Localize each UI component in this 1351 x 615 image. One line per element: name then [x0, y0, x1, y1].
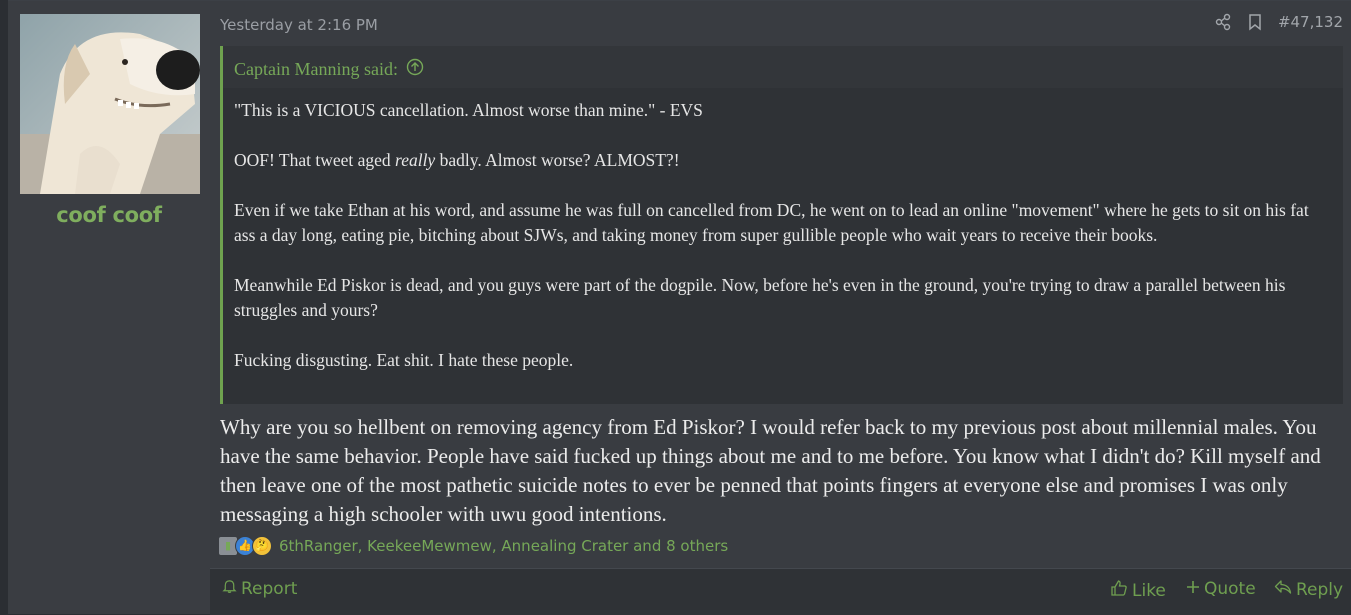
- reactions-users[interactable]: 6thRanger, KeekeeMewmew, Annealing Crate…: [279, 537, 728, 555]
- quote-paragraph: Even if we take Ethan at his word, and a…: [234, 200, 1309, 245]
- plus-icon: [1186, 579, 1200, 599]
- quote-paragraph: "This is a VICIOUS cancellation. Almost …: [234, 100, 703, 120]
- post-meta-actions: #47,132: [1214, 13, 1343, 31]
- post-date[interactable]: Yesterday at 2:16 PM: [220, 16, 378, 34]
- reply-button[interactable]: Reply: [1274, 579, 1343, 600]
- thumbs-up-icon: [1110, 579, 1128, 602]
- quote-header: Captain Manning said:: [223, 46, 1343, 88]
- report-label: Report: [241, 579, 298, 599]
- quote-text: OOF! That tweet aged: [234, 150, 396, 170]
- quote-author[interactable]: Captain Manning said:: [234, 59, 398, 80]
- reply-arrow-icon: [1274, 579, 1292, 600]
- bell-icon: [222, 579, 237, 599]
- quote-block: Captain Manning said: "This is a VICIOUS…: [220, 46, 1343, 404]
- quote-paragraph: Fucking disgusting. Eat shit. I hate the…: [234, 350, 574, 370]
- thinking-reaction-icon: 🤔: [252, 536, 272, 556]
- quote-text: badly. Almost worse? ALMOST?!: [439, 150, 680, 170]
- like-label: Like: [1132, 580, 1166, 601]
- reaction-icons: ▮ 👍 🤔: [218, 536, 272, 556]
- report-button[interactable]: Report: [222, 579, 297, 599]
- post-footer: Report Like Quote Reply: [210, 568, 1351, 615]
- reply-label: Reply: [1296, 579, 1344, 600]
- avatar-image: [20, 14, 200, 194]
- arrow-up-circle-icon[interactable]: [406, 58, 424, 81]
- post-body: Why are you so hellbent on removing agen…: [220, 415, 1321, 526]
- user-sidebar: coof coof: [8, 1, 211, 614]
- reactions-bar[interactable]: ▮ 👍 🤔 6thRanger, KeekeeMewmew, Annealing…: [218, 536, 728, 556]
- quote-emphasis: really: [395, 150, 436, 170]
- quote-author-link[interactable]: Captain Manning said:: [234, 58, 424, 81]
- post-number[interactable]: #47,132: [1278, 13, 1343, 31]
- quote-body: "This is a VICIOUS cancellation. Almost …: [234, 98, 1329, 398]
- quote-paragraph: Meanwhile Ed Piskor is dead, and you guy…: [234, 275, 1286, 320]
- like-button[interactable]: Like: [1110, 579, 1166, 602]
- quote-label: Quote: [1204, 579, 1256, 599]
- bookmark-icon[interactable]: [1246, 13, 1264, 31]
- quote-paragraph: OOF! That tweet aged really badly. Almos…: [234, 148, 1329, 173]
- avatar[interactable]: [20, 14, 200, 194]
- share-icon[interactable]: [1214, 13, 1232, 31]
- forum-post: coof coof Yesterday at 2:16 PM #47,132 C…: [8, 0, 1351, 615]
- username[interactable]: coof coof: [8, 203, 210, 227]
- quote-button[interactable]: Quote: [1186, 579, 1256, 599]
- post-main: Yesterday at 2:16 PM #47,132 Captain Man…: [210, 1, 1351, 615]
